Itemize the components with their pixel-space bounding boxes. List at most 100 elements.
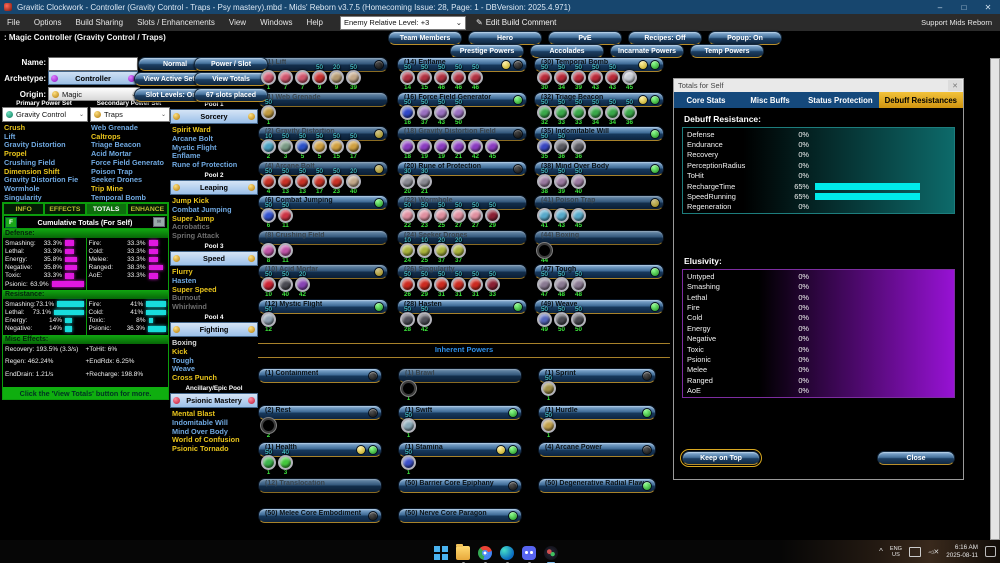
- menu-help[interactable]: Help: [300, 14, 330, 31]
- power-slot-mode-button[interactable]: Power / Slot: [194, 57, 268, 71]
- enhancement-slot[interactable]: [554, 174, 569, 189]
- view-totals-button[interactable]: View Totals: [194, 72, 268, 86]
- enhancement-slot[interactable]: [541, 381, 556, 396]
- menu-file[interactable]: File: [0, 14, 27, 31]
- enhancement-slot[interactable]: [468, 208, 483, 223]
- totals-window-titlebar[interactable]: Totals for Self ✕: [674, 79, 963, 92]
- enhancement-slot[interactable]: [400, 243, 415, 258]
- enhancement-slot[interactable]: [571, 277, 586, 292]
- enhancement-slot[interactable]: [451, 243, 466, 258]
- taskbar-discord-icon[interactable]: [522, 546, 536, 563]
- edit-build-comment-button[interactable]: ✎ Edit Build Comment: [476, 18, 556, 27]
- close-button[interactable]: ✕: [976, 0, 1000, 14]
- power-bar-degenerative-radial-flawless-inter[interactable]: (50) Degenerative Radial Flawless Inter: [538, 478, 656, 493]
- enhancement-slot[interactable]: [434, 70, 449, 85]
- tab-effects[interactable]: EFFECTS: [44, 203, 86, 215]
- pool-header-sorcery[interactable]: Sorcery: [170, 109, 258, 124]
- enhancement-slot[interactable]: [401, 418, 416, 433]
- enhancement-slot[interactable]: [485, 139, 500, 154]
- power-bar-containment[interactable]: (1) Containment: [258, 368, 382, 383]
- enhancement-slot[interactable]: [541, 418, 556, 433]
- enhancement-slot[interactable]: [261, 105, 276, 120]
- enhancement-slot[interactable]: [537, 105, 552, 120]
- display-tray-icon[interactable]: [909, 546, 921, 557]
- power-bar-arcane-power[interactable]: (4) Arcane Power: [538, 442, 656, 457]
- enhancement-slot[interactable]: [417, 208, 432, 223]
- enhancement-slot[interactable]: [400, 105, 415, 120]
- enhancement-slot[interactable]: [417, 139, 432, 154]
- enhancement-slot[interactable]: [278, 70, 293, 85]
- primary-power-crush[interactable]: Crush: [4, 123, 78, 133]
- totals-tab-status-protection[interactable]: Status Protection: [802, 92, 879, 108]
- toolbar-button-popup-on[interactable]: Popup: On: [708, 31, 782, 45]
- enhancement-slot[interactable]: [417, 105, 432, 120]
- enhancement-slot[interactable]: [468, 277, 483, 292]
- name-input[interactable]: [48, 57, 138, 71]
- enhancement-slot[interactable]: [571, 174, 586, 189]
- enhancement-slot[interactable]: [434, 277, 449, 292]
- enhancement-slot[interactable]: [417, 70, 432, 85]
- enhancement-slot[interactable]: [295, 174, 310, 189]
- enhancement-slot[interactable]: [312, 70, 327, 85]
- enhancement-slot[interactable]: [485, 277, 500, 292]
- enhancement-slot[interactable]: [537, 70, 552, 85]
- enhancement-slot[interactable]: [451, 70, 466, 85]
- enhancement-slot[interactable]: [588, 105, 603, 120]
- pool-power-whirlwind[interactable]: Whirlwind: [172, 302, 258, 312]
- enhancement-slot[interactable]: [261, 70, 276, 85]
- pool-power-rune-of-protection[interactable]: Rune of Protection: [172, 160, 258, 170]
- origin-selector[interactable]: Magic ⌄: [48, 87, 140, 101]
- toolbar-button-hero[interactable]: Hero: [468, 31, 542, 45]
- enhancement-slot[interactable]: [622, 105, 637, 120]
- menu-view[interactable]: View: [222, 14, 253, 31]
- enhancement-slot[interactable]: [537, 174, 552, 189]
- enhancement-slot[interactable]: [451, 139, 466, 154]
- power-bar-nerve-core-paragon[interactable]: (50) Nerve Core Paragon: [398, 508, 522, 523]
- tab-totals[interactable]: TOTALS: [85, 203, 127, 215]
- tray-chevron-icon[interactable]: ^: [879, 547, 883, 556]
- f-button[interactable]: F: [5, 216, 17, 228]
- enhancement-slot[interactable]: [434, 243, 449, 258]
- secondary-set-dropdown[interactable]: Traps ⌄: [90, 107, 170, 122]
- toolbar-button-pve[interactable]: PvE: [548, 31, 622, 45]
- maximize-button[interactable]: □: [952, 0, 976, 14]
- enhancement-slot[interactable]: [554, 70, 569, 85]
- taskbar-explorer-icon[interactable]: [456, 544, 470, 563]
- enhancement-slot[interactable]: [588, 70, 603, 85]
- enemy-relative-level-select[interactable]: Enemy Relative Level: +3 ⌄: [340, 15, 466, 30]
- notification-icon[interactable]: [985, 546, 996, 557]
- enhancement-slot[interactable]: [571, 208, 586, 223]
- tab-enhance[interactable]: ENHANCE: [126, 203, 168, 215]
- enhancement-slot[interactable]: [400, 312, 415, 327]
- pool-header-fighting[interactable]: Fighting: [170, 321, 258, 337]
- menu-windows[interactable]: Windows: [253, 14, 299, 31]
- enhancement-slot[interactable]: [554, 277, 569, 292]
- enhancement-slot[interactable]: [554, 105, 569, 120]
- enhancement-slot[interactable]: [434, 208, 449, 223]
- enhancement-slot[interactable]: [278, 455, 293, 470]
- enhancement-slot[interactable]: [537, 312, 552, 327]
- pool-power-cross-punch[interactable]: Cross Punch: [172, 373, 258, 383]
- pool-header-psionic-mastery[interactable]: Psionic Mastery: [170, 392, 258, 408]
- taskbar-windows-icon[interactable]: [434, 546, 448, 560]
- toolbar-button-temp-powers[interactable]: Temp Powers: [690, 44, 764, 58]
- enhancement-slot[interactable]: [295, 277, 310, 292]
- enhancement-slot[interactable]: [401, 381, 416, 396]
- power-bar-boxing[interactable]: (44) Boxing: [534, 230, 664, 245]
- enhancement-slot[interactable]: [346, 139, 361, 154]
- enhancement-slot[interactable]: [571, 105, 586, 120]
- enhancement-slot[interactable]: [261, 243, 276, 258]
- pool-header-leaping[interactable]: Leaping: [170, 179, 258, 195]
- menu-build-sharing[interactable]: Build Sharing: [68, 14, 130, 31]
- menu-slots-enhancements[interactable]: Slots / Enhancements: [130, 14, 222, 31]
- enhancement-slot[interactable]: [278, 174, 293, 189]
- enhancement-slot[interactable]: [451, 208, 466, 223]
- enhancement-slot[interactable]: [605, 70, 620, 85]
- tab-info[interactable]: INFO: [3, 203, 45, 215]
- language-indicator[interactable]: ENG US: [890, 546, 902, 558]
- enhancement-slot[interactable]: [400, 208, 415, 223]
- enhancement-slot[interactable]: [278, 243, 293, 258]
- keep-on-top-button[interactable]: Keep on Top: [680, 449, 762, 467]
- enhancement-slot[interactable]: [295, 139, 310, 154]
- enhancement-slot[interactable]: [417, 277, 432, 292]
